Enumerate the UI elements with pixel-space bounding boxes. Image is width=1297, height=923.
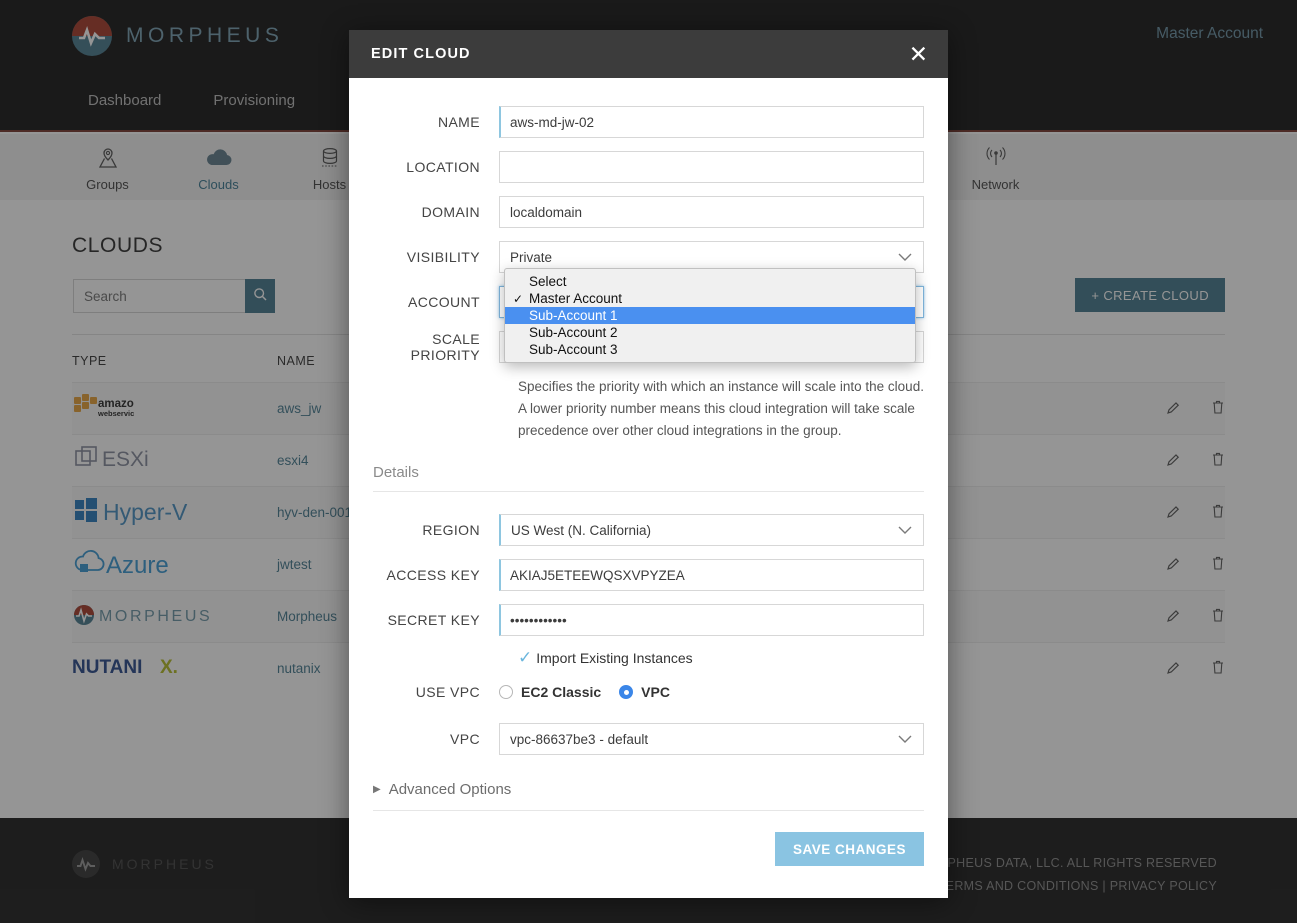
field-row-vpc: VPC vpc-86637be3 - default — [373, 723, 924, 755]
save-changes-button[interactable]: SAVE CHANGES — [775, 832, 924, 866]
label-scale-priority: SCALE PRIORITY — [373, 331, 499, 363]
dropdown-item-master-account[interactable]: ✓Master Account — [505, 290, 915, 307]
advanced-options-toggle[interactable]: ▶ Advanced Options — [373, 781, 924, 798]
radio-option-ec2-classic[interactable]: EC2 Classic — [499, 684, 601, 700]
region-value: US West (N. California) — [511, 523, 651, 538]
field-row-region: REGION US West (N. California) — [373, 514, 924, 546]
details-section-divider — [373, 491, 924, 492]
dropdown-item-sub-account-2[interactable]: Sub-Account 2 — [505, 324, 915, 341]
modal-body: NAME LOCATION DOMAIN VISIBILITY Private — [349, 78, 948, 898]
access-key-input[interactable] — [499, 559, 924, 591]
label-vpc: VPC — [373, 731, 499, 747]
field-row-secret-key: SECRET KEY — [373, 604, 924, 636]
region-select[interactable]: US West (N. California) — [499, 514, 924, 546]
dropdown-item-label: Sub-Account 1 — [529, 308, 618, 323]
edit-cloud-modal: EDIT CLOUD ✕ NAME LOCATION DOMAIN VISIBI… — [349, 30, 948, 898]
name-input[interactable] — [499, 106, 924, 138]
vpc-value: vpc-86637be3 - default — [510, 732, 648, 747]
import-existing-instances-label: Import Existing Instances — [536, 650, 692, 666]
label-account: ACCOUNT — [373, 294, 499, 310]
dropdown-item-select[interactable]: Select — [505, 273, 915, 290]
chevron-down-icon — [897, 523, 913, 538]
chevron-down-icon — [897, 732, 913, 747]
vpc-select[interactable]: vpc-86637be3 - default — [499, 723, 924, 755]
field-row-access-key: ACCESS KEY — [373, 559, 924, 591]
checkmark-icon: ✓ — [518, 649, 532, 666]
label-use-vpc: USE VPC — [373, 684, 499, 700]
label-region: REGION — [373, 522, 499, 538]
field-row-name: NAME — [373, 106, 924, 138]
details-section-title: Details — [373, 464, 924, 491]
radio-label-ec2-classic: EC2 Classic — [521, 684, 601, 700]
label-name: NAME — [373, 114, 499, 130]
dropdown-item-label: Sub-Account 2 — [529, 325, 618, 340]
visibility-value: Private — [510, 250, 552, 265]
checkmark-icon: ✓ — [513, 292, 529, 306]
radio-icon — [499, 685, 513, 699]
modal-title: EDIT CLOUD — [371, 46, 909, 62]
dropdown-item-label: Sub-Account 3 — [529, 342, 618, 357]
label-access-key: ACCESS KEY — [373, 567, 499, 583]
location-input[interactable] — [499, 151, 924, 183]
radio-option-vpc[interactable]: VPC — [619, 684, 670, 700]
label-visibility: VISIBILITY — [373, 249, 499, 265]
field-row-domain: DOMAIN — [373, 196, 924, 228]
dropdown-item-sub-account-3[interactable]: Sub-Account 3 — [505, 341, 915, 358]
account-dropdown-menu[interactable]: Select✓Master AccountSub-Account 1Sub-Ac… — [504, 268, 916, 363]
advanced-options-divider — [373, 810, 924, 811]
close-icon[interactable]: ✕ — [909, 43, 928, 66]
scale-priority-help-text: Specifies the priority with which an ins… — [518, 376, 928, 442]
dropdown-item-label: Select — [529, 274, 567, 289]
secret-key-input[interactable] — [499, 604, 924, 636]
chevron-down-icon — [897, 250, 913, 265]
field-row-use-vpc: USE VPC EC2 Classic VPC — [373, 684, 924, 700]
modal-header: EDIT CLOUD ✕ — [349, 30, 948, 78]
radio-label-vpc: VPC — [641, 684, 670, 700]
dropdown-item-label: Master Account — [529, 291, 622, 306]
radio-selected-icon — [619, 685, 633, 699]
label-secret-key: SECRET KEY — [373, 612, 499, 628]
label-location: LOCATION — [373, 159, 499, 175]
field-row-location: LOCATION — [373, 151, 924, 183]
domain-input[interactable] — [499, 196, 924, 228]
advanced-options-label: Advanced Options — [389, 781, 512, 798]
triangle-right-icon: ▶ — [373, 784, 381, 795]
label-domain: DOMAIN — [373, 204, 499, 220]
dropdown-item-sub-account-1[interactable]: Sub-Account 1 — [505, 307, 915, 324]
import-existing-instances-checkbox[interactable]: ✓ Import Existing Instances — [518, 649, 924, 666]
